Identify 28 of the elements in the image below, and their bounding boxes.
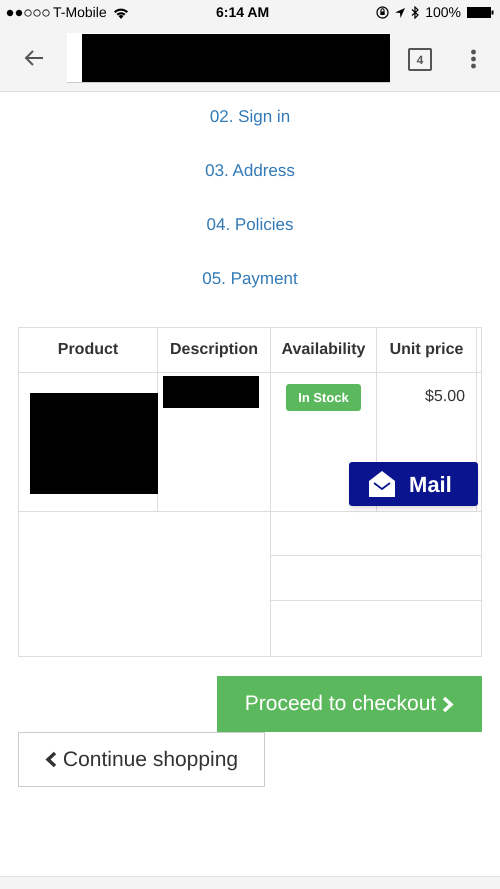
step-link[interactable]: 02. Sign in: [210, 107, 290, 127]
step-link[interactable]: 04. Policies: [206, 215, 294, 235]
wifi-icon: [112, 6, 129, 18]
step-link[interactable]: 05. Payment: [202, 269, 298, 289]
step-link[interactable]: 03. Address: [205, 161, 295, 181]
signal-icon: [6, 8, 50, 16]
back-arrow-icon[interactable]: [24, 49, 44, 67]
unit-price: $5.00: [424, 387, 465, 405]
more-menu-icon[interactable]: [470, 49, 477, 69]
bluetooth-icon: [411, 6, 420, 19]
tab-count-button[interactable]: 4: [408, 48, 432, 71]
status-time: 6:14 AM: [216, 3, 270, 22]
location-icon: [395, 8, 406, 18]
column-header: Availability: [271, 328, 377, 373]
checkout-button[interactable]: Proceed to checkout: [217, 676, 482, 732]
rotation-lock-icon: [376, 6, 390, 19]
battery-percent: 100%: [425, 3, 461, 22]
continue-shopping-button[interactable]: Continue shopping: [18, 732, 265, 787]
column-header: Description: [158, 328, 271, 373]
envelope-icon: [369, 471, 395, 497]
carrier-name: T-Mobile: [53, 3, 107, 22]
mail-button[interactable]: Mail: [349, 462, 478, 506]
column-header: Unit price: [377, 328, 477, 373]
battery-icon: [467, 7, 494, 18]
stock-badge: In Stock: [286, 384, 361, 411]
chevron-left-icon: [44, 751, 57, 768]
column-header: Product: [19, 328, 158, 373]
chevron-right-icon: [442, 696, 454, 712]
